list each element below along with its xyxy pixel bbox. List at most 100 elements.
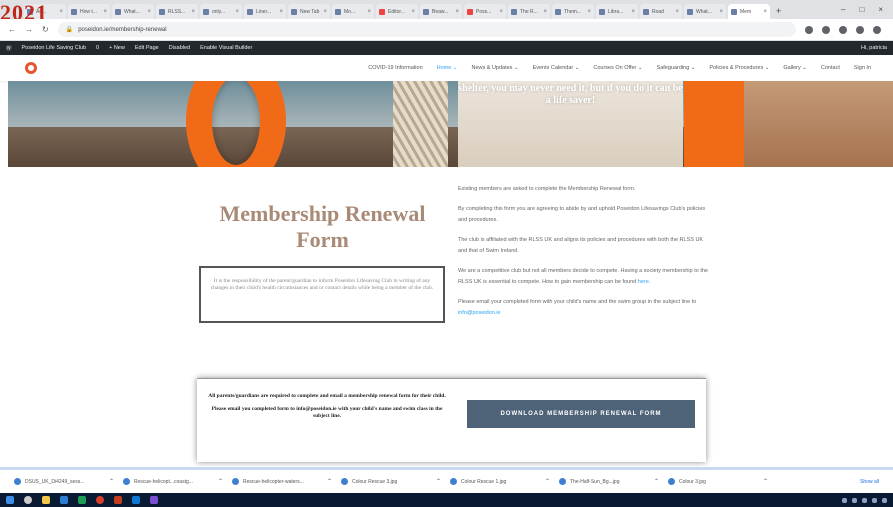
chevron-up-icon[interactable]: ⌃ (763, 478, 768, 485)
outlook-icon[interactable] (132, 496, 140, 504)
nav-safeguarding[interactable]: Safeguarding ⌄ (657, 65, 696, 71)
close-icon[interactable]: × (587, 9, 591, 15)
chevron-up-icon[interactable]: ⌃ (654, 478, 659, 485)
nav-home[interactable]: Home ⌄ (437, 65, 458, 71)
teams-icon[interactable] (150, 496, 158, 504)
browser-tab[interactable]: The R... × (508, 4, 550, 19)
here-link[interactable]: here. (638, 279, 651, 285)
close-icon[interactable]: × (367, 9, 371, 15)
favicon-icon (467, 8, 473, 15)
wp-site-name[interactable]: Poseidon Life Saving Club (22, 45, 87, 51)
browser-tab[interactable]: Liner... × (244, 4, 286, 19)
close-icon[interactable]: × (103, 9, 107, 15)
favicon-icon (379, 8, 385, 15)
nav-courses[interactable]: Courses On Offer ⌄ (593, 65, 642, 71)
new-tab-button[interactable]: + (776, 6, 781, 16)
browser-tab[interactable]: Road × (640, 4, 682, 19)
wp-logo-icon[interactable]: Ⓦ (6, 44, 12, 52)
menu-icon[interactable] (873, 25, 881, 34)
nav-policies[interactable]: Policies & Procedures ⌄ (709, 65, 769, 71)
nav-events[interactable]: Events Calendar ⌄ (533, 65, 580, 71)
close-icon[interactable]: × (675, 9, 679, 15)
wp-visual-builder[interactable]: Enable Visual Builder (200, 45, 252, 51)
star-icon[interactable] (805, 25, 813, 34)
download-form-button[interactable]: DOWNLOAD MEMBERSHIP RENEWAL FORM (467, 400, 695, 428)
chevron-up-icon[interactable]: ⌃ (327, 478, 332, 485)
close-window-icon[interactable]: × (878, 5, 883, 14)
profile-icon[interactable] (856, 25, 864, 34)
close-icon[interactable]: × (411, 9, 415, 15)
extension-icon[interactable] (839, 25, 847, 34)
chrome-icon[interactable] (96, 496, 104, 504)
chevron-up-icon[interactable]: ⌃ (218, 478, 223, 485)
close-icon[interactable]: × (235, 9, 239, 15)
browser-tab[interactable]: only... × (200, 4, 242, 19)
nav-news[interactable]: News & Updates ⌄ (471, 65, 518, 71)
tray-icon[interactable] (842, 497, 847, 503)
extension-icon[interactable] (822, 25, 830, 34)
minimize-icon[interactable]: – (841, 5, 845, 14)
nav-gallery[interactable]: Gallery ⌄ (783, 65, 807, 71)
chevron-up-icon[interactable]: ⌃ (436, 478, 441, 485)
download-item[interactable]: Rescue-helicopt...coastg... ⌃ (123, 478, 223, 485)
browser-tab[interactable]: RLSS... × (156, 4, 198, 19)
close-icon[interactable]: × (631, 9, 635, 15)
chevron-up-icon[interactable]: ⌃ (545, 478, 550, 485)
close-icon[interactable]: × (719, 9, 723, 15)
wp-user[interactable]: Hi, patricia (861, 45, 887, 51)
close-icon[interactable]: × (763, 9, 767, 15)
close-icon[interactable]: × (147, 9, 151, 15)
browser-tab[interactable]: Them... × (552, 4, 594, 19)
nav-sign-in[interactable]: Sign In (854, 65, 871, 71)
wp-comments[interactable]: 0 (96, 45, 99, 51)
rope-image (393, 81, 448, 167)
chevron-up-icon[interactable]: ⌃ (109, 478, 114, 485)
search-icon[interactable] (24, 496, 32, 504)
close-icon[interactable]: × (191, 9, 195, 15)
nav-covid[interactable]: COVID-19 Information (368, 65, 422, 71)
download-item[interactable]: Colour Rescue 3.jpg ⌃ (341, 478, 441, 485)
close-icon[interactable]: × (543, 9, 547, 15)
excel-icon[interactable] (78, 496, 86, 504)
browser-tab[interactable]: Mo... × (332, 4, 374, 19)
back-icon[interactable]: ← (8, 25, 16, 34)
close-icon[interactable]: × (455, 9, 459, 15)
word-icon[interactable] (60, 496, 68, 504)
wp-new[interactable]: + New (109, 45, 125, 51)
show-all-downloads[interactable]: Show all (860, 479, 879, 485)
file-explorer-icon[interactable] (42, 496, 50, 504)
download-item[interactable]: Colour 3.jpg ⌃ (668, 478, 768, 485)
tray-icon[interactable] (852, 497, 857, 503)
close-icon[interactable]: × (279, 9, 283, 15)
battery-icon[interactable] (882, 497, 887, 503)
browser-tab-active[interactable]: Mem × (728, 4, 770, 19)
browser-tab[interactable]: What... × (112, 4, 154, 19)
nav-contact[interactable]: Contact (821, 65, 840, 71)
reload-icon[interactable]: ↻ (42, 25, 49, 34)
browser-tab[interactable]: How t... × (68, 4, 110, 19)
close-icon[interactable]: × (59, 9, 63, 15)
browser-tab[interactable]: Poss... × (464, 4, 506, 19)
forward-icon[interactable]: → (25, 25, 33, 34)
browser-tab[interactable]: Libra... × (596, 4, 638, 19)
windows-start-icon[interactable] (6, 496, 14, 504)
browser-tab[interactable]: Editor... × (376, 4, 418, 19)
close-icon[interactable]: × (499, 9, 503, 15)
browser-tab[interactable]: Beaw... × (420, 4, 462, 19)
close-icon[interactable]: × (323, 9, 327, 15)
browser-tab[interactable]: New Tab × (288, 4, 330, 19)
wp-disabled[interactable]: Disabled (169, 45, 190, 51)
powerpoint-icon[interactable] (114, 496, 122, 504)
download-item[interactable]: Colour Rescue 1.jpg ⌃ (450, 478, 550, 485)
site-logo[interactable] (22, 58, 50, 78)
url-input[interactable]: 🔒 poseidon.ie/membership-renewal (57, 22, 796, 37)
download-item[interactable]: DSUS_UK_Di4249_sess... ⌃ (14, 478, 114, 485)
email-link[interactable]: info@poseidon.ie (458, 310, 501, 316)
wifi-icon[interactable] (862, 497, 867, 503)
maximize-icon[interactable]: □ (859, 5, 864, 14)
download-item[interactable]: The-Half-Sun_Bg...jpg ⌃ (559, 478, 659, 485)
volume-icon[interactable] (872, 497, 877, 503)
wp-edit-page[interactable]: Edit Page (135, 45, 159, 51)
browser-tab[interactable]: What... × (684, 4, 726, 19)
download-item[interactable]: Rescue-helicopter-waters... ⌃ (232, 478, 332, 485)
